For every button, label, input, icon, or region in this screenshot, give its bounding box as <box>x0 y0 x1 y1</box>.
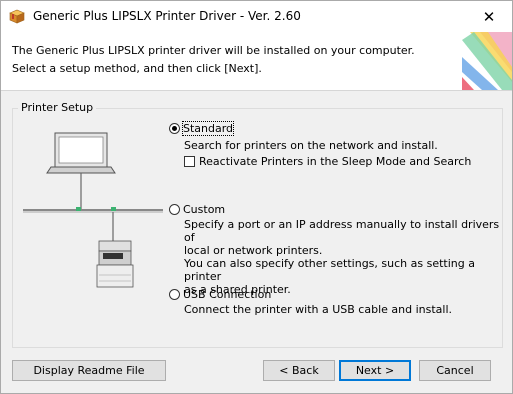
close-icon: ✕ <box>482 7 496 26</box>
back-label: < Back <box>279 364 319 377</box>
header-line-1: The Generic Plus LIPSLX printer driver w… <box>12 44 415 57</box>
radio-standard-indicator <box>169 123 180 134</box>
header-instructions: The Generic Plus LIPSLX printer driver w… <box>12 42 415 78</box>
usb-description: Connect the printer with a USB cable and… <box>184 303 453 316</box>
display-readme-label: Display Readme File <box>33 364 145 377</box>
window-title: Generic Plus LIPSLX Printer Driver - Ver… <box>33 9 301 23</box>
cancel-label: Cancel <box>436 364 474 377</box>
radio-standard-label: Standard <box>181 121 235 136</box>
radio-custom-label: Custom <box>183 203 226 216</box>
header-line-2: Select a setup method, and then click [N… <box>12 62 262 75</box>
radio-usb-label: USB Connection <box>183 288 272 301</box>
reactivate-sleep-checkbox-box <box>184 156 195 167</box>
display-readme-button[interactable]: Display Readme File <box>12 360 166 381</box>
custom-description-line-3: You can also specify other settings, suc… <box>184 257 475 283</box>
reactivate-sleep-label: Reactivate Printers in the Sleep Mode an… <box>199 155 472 168</box>
package-box-icon <box>9 8 25 24</box>
next-label: Next > <box>355 364 395 377</box>
reactivate-sleep-checkbox[interactable]: Reactivate Printers in the Sleep Mode an… <box>184 155 471 168</box>
printer-icon <box>96 240 134 288</box>
custom-description: Specify a port or an IP address manually… <box>184 218 512 296</box>
installer-window: Generic Plus LIPSLX Printer Driver - Ver… <box>0 0 513 394</box>
network-printer-illustration <box>23 129 168 289</box>
laptop-icon <box>46 132 116 174</box>
title-bar: Generic Plus LIPSLX Printer Driver - Ver… <box>1 1 512 32</box>
close-button[interactable]: ✕ <box>466 1 512 32</box>
radio-usb-connection[interactable]: USB Connection <box>169 288 271 301</box>
standard-description: Search for printers on the network and i… <box>184 139 438 152</box>
radio-custom-indicator <box>169 204 180 215</box>
next-button[interactable]: Next > <box>339 360 411 381</box>
radio-custom[interactable]: Custom <box>169 203 225 216</box>
printer-setup-label: Printer Setup <box>18 101 97 114</box>
custom-description-line-1: Specify a port or an IP address manually… <box>184 218 500 244</box>
header-decoration <box>462 32 512 90</box>
back-button[interactable]: < Back <box>263 360 335 381</box>
radio-usb-indicator <box>169 289 180 300</box>
header-panel: The Generic Plus LIPSLX printer driver w… <box>1 32 512 91</box>
radio-standard[interactable]: Standard <box>169 121 235 136</box>
cancel-button[interactable]: Cancel <box>419 360 491 381</box>
custom-description-line-2: local or network printers. <box>184 244 323 257</box>
